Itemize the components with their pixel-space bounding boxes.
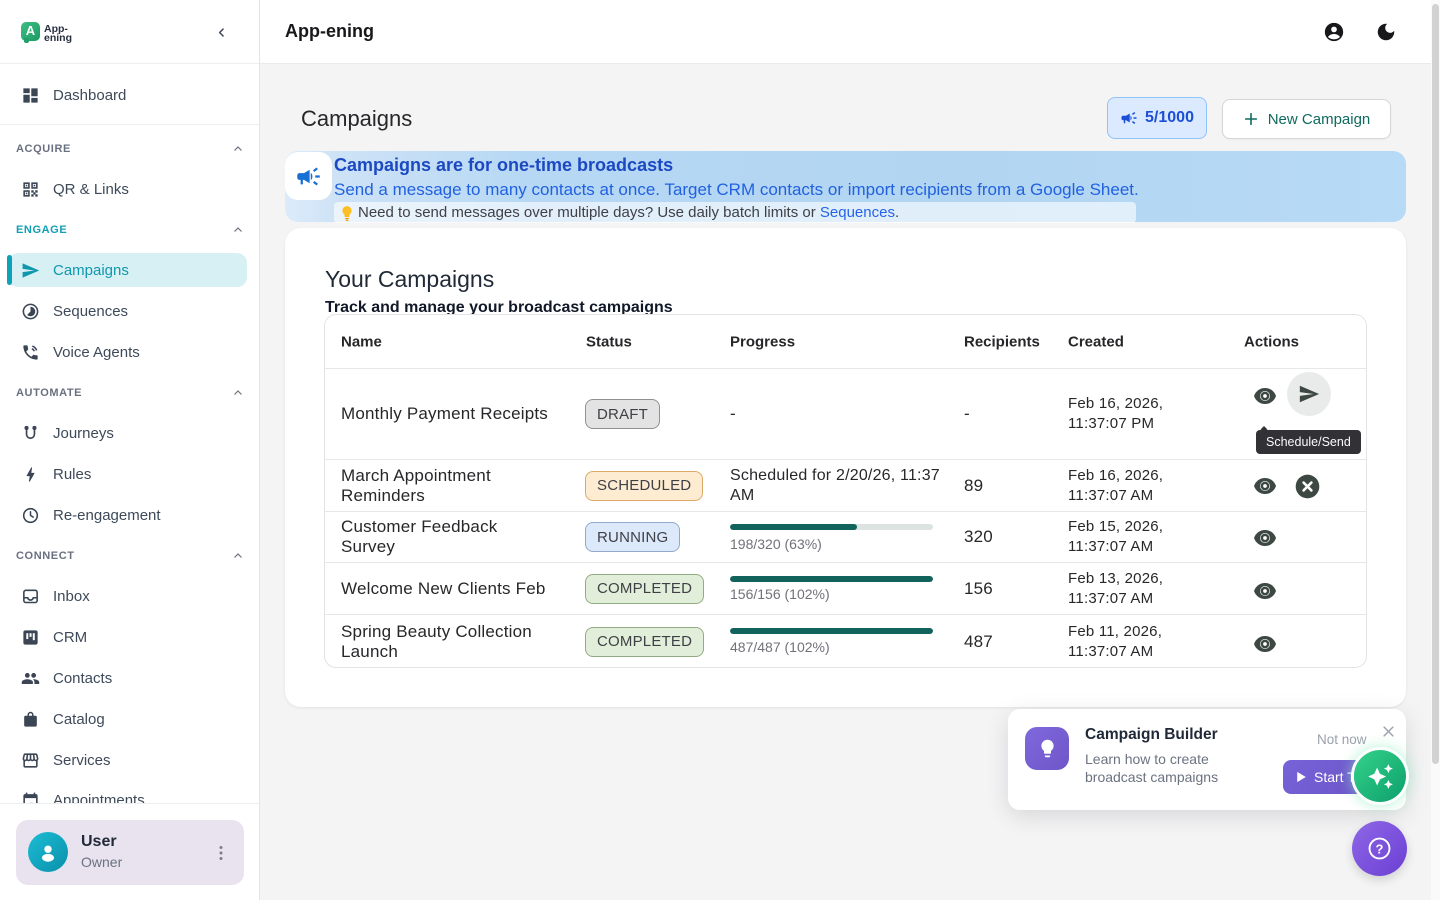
svg-text:?: ? (1376, 841, 1384, 856)
